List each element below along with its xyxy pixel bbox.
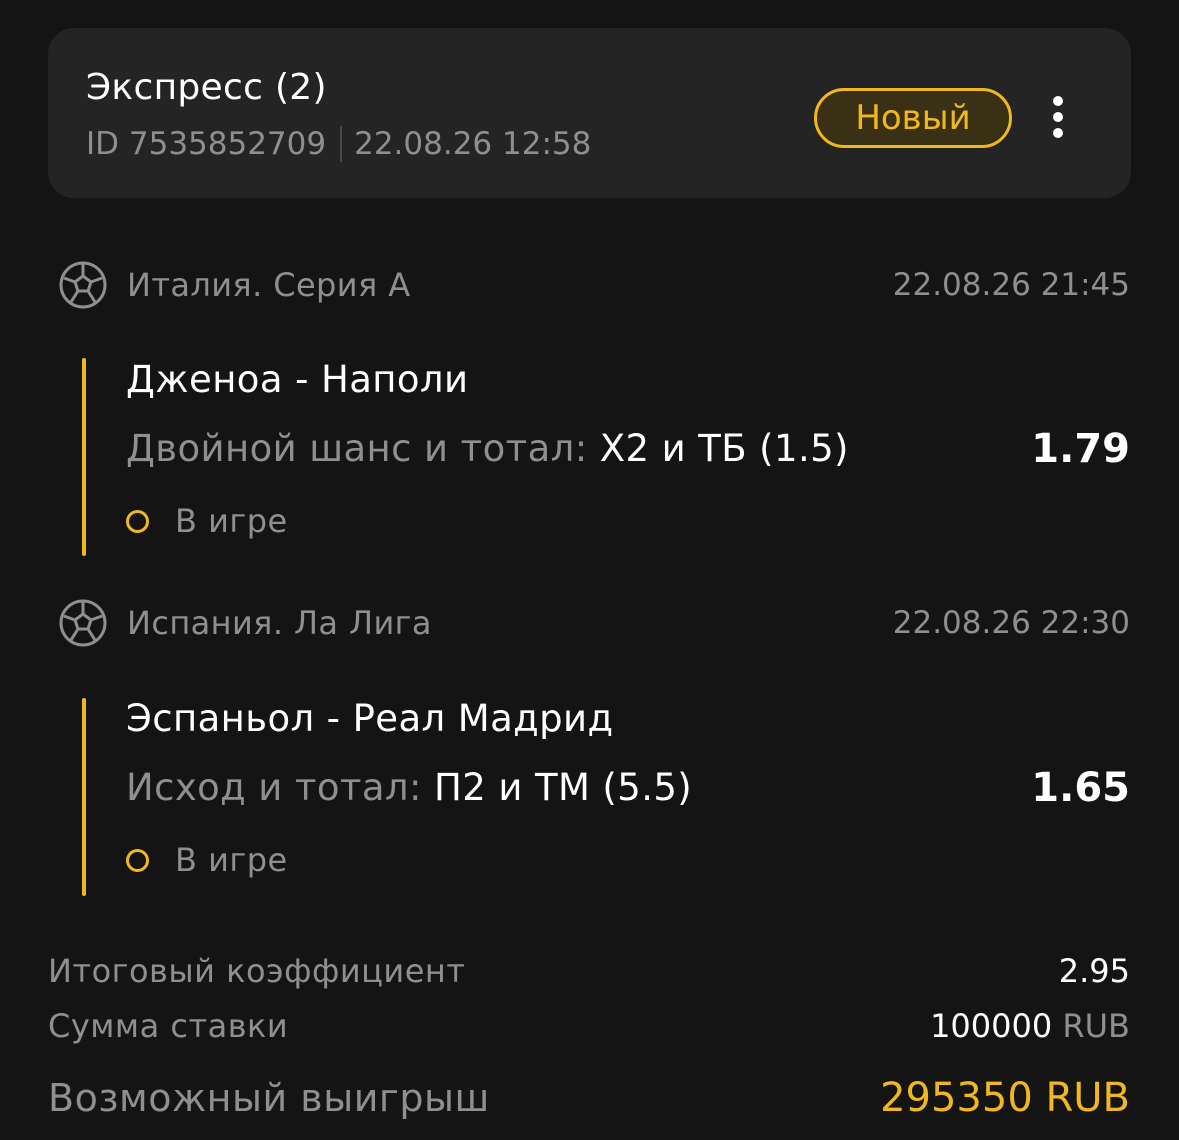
total-odds-value: 2.95: [1058, 952, 1130, 990]
market-label: Исход и тотал: П2 и ТМ (5.5): [126, 763, 692, 813]
league-row: Италия. Серия А 22.08.26 21:45: [58, 260, 1130, 310]
market-type: Исход и тотал:: [126, 766, 422, 809]
bet-id: ID 7535852709: [86, 126, 327, 162]
market-row: Двойной шанс и тотал: Х2 и ТБ (1.5) 1.79: [126, 424, 1130, 474]
market-type: Двойной шанс и тотал:: [126, 427, 588, 470]
stake-currency: RUB: [1062, 1007, 1130, 1045]
soccer-ball-icon: [59, 599, 107, 647]
bet-created-time: 22.08.26 12:58: [354, 126, 592, 162]
status-badge: Новый: [814, 88, 1012, 148]
league-name: Испания. Ла Лига: [127, 604, 432, 642]
more-options-button[interactable]: [1042, 94, 1074, 140]
meta-divider: [340, 126, 343, 162]
bet-header-card: Экспресс (2) ID 7535852709 22.08.26 12:5…: [48, 28, 1131, 198]
stake-label: Сумма ставки: [48, 1007, 289, 1045]
event-match-name: Дженоа - Наполи: [126, 358, 469, 401]
stake-value: 100000 RUB: [930, 1004, 1130, 1048]
event-start-time: 22.08.26 21:45: [892, 267, 1130, 303]
market-pick: П2 и ТМ (5.5): [434, 766, 693, 809]
stake-row: Сумма ставки 100000 RUB: [48, 1004, 1130, 1048]
payout-row: Возможный выигрыш 295350 RUB: [48, 1072, 1130, 1124]
event-state-label: В игре: [175, 841, 288, 879]
total-odds-label: Итоговый коэффициент: [48, 952, 466, 990]
event-state-label: В игре: [175, 502, 288, 540]
event-odds: 1.65: [1031, 765, 1130, 811]
market-pick: Х2 и ТБ (1.5): [599, 427, 849, 470]
payout-value: 295350 RUB: [880, 1075, 1130, 1121]
event-accent-bar: [82, 358, 86, 556]
event-odds: 1.79: [1031, 426, 1130, 472]
soccer-ball-icon: [59, 261, 107, 309]
total-odds-row: Итоговый коэффициент 2.95: [48, 949, 1130, 993]
more-vertical-icon-dot: [1053, 112, 1063, 122]
payout-label: Возможный выигрыш: [48, 1076, 490, 1120]
event-accent-bar: [82, 698, 86, 896]
league-row: Испания. Ла Лига 22.08.26 22:30: [58, 598, 1130, 648]
event-match-name: Эспаньол - Реал Мадрид: [126, 697, 614, 740]
event-start-time: 22.08.26 22:30: [892, 605, 1130, 641]
bet-meta: ID 7535852709 22.08.26 12:58: [86, 124, 591, 164]
more-vertical-icon-dot: [1053, 128, 1063, 138]
status-ring-icon: [126, 510, 149, 533]
market-label: Двойной шанс и тотал: Х2 и ТБ (1.5): [126, 424, 849, 474]
bet-title: Экспресс (2): [86, 67, 327, 108]
more-vertical-icon-dot: [1053, 96, 1063, 106]
market-row: Исход и тотал: П2 и ТМ (5.5) 1.65: [126, 763, 1130, 813]
stake-amount: 100000: [930, 1007, 1053, 1045]
league-name: Италия. Серия А: [127, 266, 411, 304]
status-ring-icon: [126, 849, 149, 872]
